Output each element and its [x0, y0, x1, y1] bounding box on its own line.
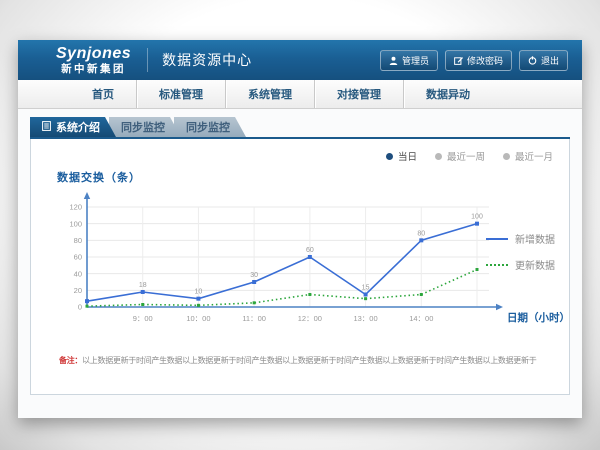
- filter-last-month[interactable]: 最近一月: [503, 149, 553, 163]
- logout-button[interactable]: 退出: [519, 50, 568, 71]
- svg-text:60: 60: [306, 247, 314, 254]
- tab-label: 同步监控: [186, 119, 230, 135]
- header-divider: [147, 48, 148, 72]
- legend-item-new-data[interactable]: 新增数据: [486, 231, 555, 246]
- radio-dot-icon: [386, 153, 393, 160]
- footnote-text: 以上数据更新于时间产生数据以上数据更新于时间产生数据以上数据更新于时间产生数据以…: [82, 356, 536, 365]
- tab-system-intro[interactable]: 系统介绍: [30, 117, 116, 137]
- svg-text:15: 15: [362, 285, 370, 292]
- header-actions: 管理员 修改密码 退出: [380, 50, 568, 71]
- svg-text:30: 30: [250, 272, 258, 279]
- radio-dot-icon: [503, 153, 510, 160]
- svg-text:100: 100: [471, 214, 483, 221]
- nav-item-system-mgmt[interactable]: 系统管理: [225, 80, 314, 108]
- svg-text:11：00: 11：00: [242, 314, 266, 323]
- svg-text:80: 80: [74, 236, 82, 245]
- solid-line-icon: [486, 238, 508, 240]
- power-icon: [528, 56, 537, 65]
- svg-text:0: 0: [78, 303, 82, 312]
- svg-text:9：00: 9：00: [133, 314, 153, 323]
- y-axis-title: 数据交换（条）: [57, 169, 141, 185]
- tab-sync-monitor-2[interactable]: 同步监控: [174, 117, 246, 137]
- radio-dot-icon: [435, 153, 442, 160]
- document-icon: [42, 121, 51, 134]
- chart-panel: 当日 最近一周 最近一月 数据交换（条） 0 20 40 60 80 100 120 9：00…: [30, 139, 570, 395]
- footnote-prefix: 备注：: [59, 356, 82, 365]
- dotted-line-icon: [486, 264, 508, 266]
- nav-item-data-change[interactable]: 数据异动: [403, 80, 492, 108]
- svg-text:20: 20: [74, 286, 82, 295]
- tab-sync-monitor-1[interactable]: 同步监控: [109, 117, 181, 137]
- svg-text:10：00: 10：00: [186, 314, 210, 323]
- svg-text:10: 10: [195, 289, 203, 296]
- svg-text:60: 60: [74, 253, 82, 262]
- admin-user-button[interactable]: 管理员: [380, 50, 438, 71]
- nav-item-home[interactable]: 首页: [70, 80, 136, 108]
- svg-text:120: 120: [69, 203, 82, 212]
- logo-company-name: 新中新集团: [61, 64, 126, 75]
- svg-text:80: 80: [417, 230, 425, 237]
- tab-bar: 系统介绍 同步监控 同步监控: [30, 117, 570, 137]
- tab-label: 同步监控: [121, 119, 165, 135]
- svg-text:100: 100: [69, 219, 82, 228]
- series-legend: 新增数据 更新数据: [486, 231, 555, 272]
- svg-text:14：00: 14：00: [409, 314, 433, 323]
- change-password-button[interactable]: 修改密码: [445, 50, 512, 71]
- nav-item-standard-mgmt[interactable]: 标准管理: [136, 80, 225, 108]
- nav-item-interface-mgmt[interactable]: 对接管理: [314, 80, 403, 108]
- app-window: Synjones 新中新集团 数据资源中心 管理员 修改密码: [18, 40, 582, 418]
- main-nav: 首页 标准管理 系统管理 对接管理 数据异动: [18, 80, 582, 109]
- logo-wordmark: Synjones: [56, 46, 131, 62]
- user-icon: [389, 56, 398, 65]
- range-filters: 当日 最近一周 最近一月: [386, 149, 553, 163]
- svg-text:13：00: 13：00: [353, 314, 377, 323]
- edit-icon: [454, 56, 463, 65]
- tab-label: 系统介绍: [56, 119, 100, 135]
- svg-text:12：00: 12：00: [298, 314, 322, 323]
- page-title: 数据资源中心: [162, 50, 252, 70]
- filter-today[interactable]: 当日: [386, 149, 417, 163]
- footnote: 备注：以上数据更新于时间产生数据以上数据更新于时间产生数据以上数据更新于时间产生…: [59, 355, 555, 366]
- svg-text:40: 40: [74, 269, 82, 278]
- svg-text:18: 18: [139, 282, 147, 289]
- svg-text:日期（小时）: 日期（小时）: [507, 311, 565, 324]
- filter-last-week[interactable]: 最近一周: [435, 149, 485, 163]
- company-logo: Synjones 新中新集团: [56, 46, 131, 75]
- app-header: Synjones 新中新集团 数据资源中心 管理员 修改密码: [18, 40, 582, 80]
- legend-item-updated-data[interactable]: 更新数据: [486, 257, 555, 272]
- content-area: 系统介绍 同步监控 同步监控 当日 最近一周: [18, 109, 582, 418]
